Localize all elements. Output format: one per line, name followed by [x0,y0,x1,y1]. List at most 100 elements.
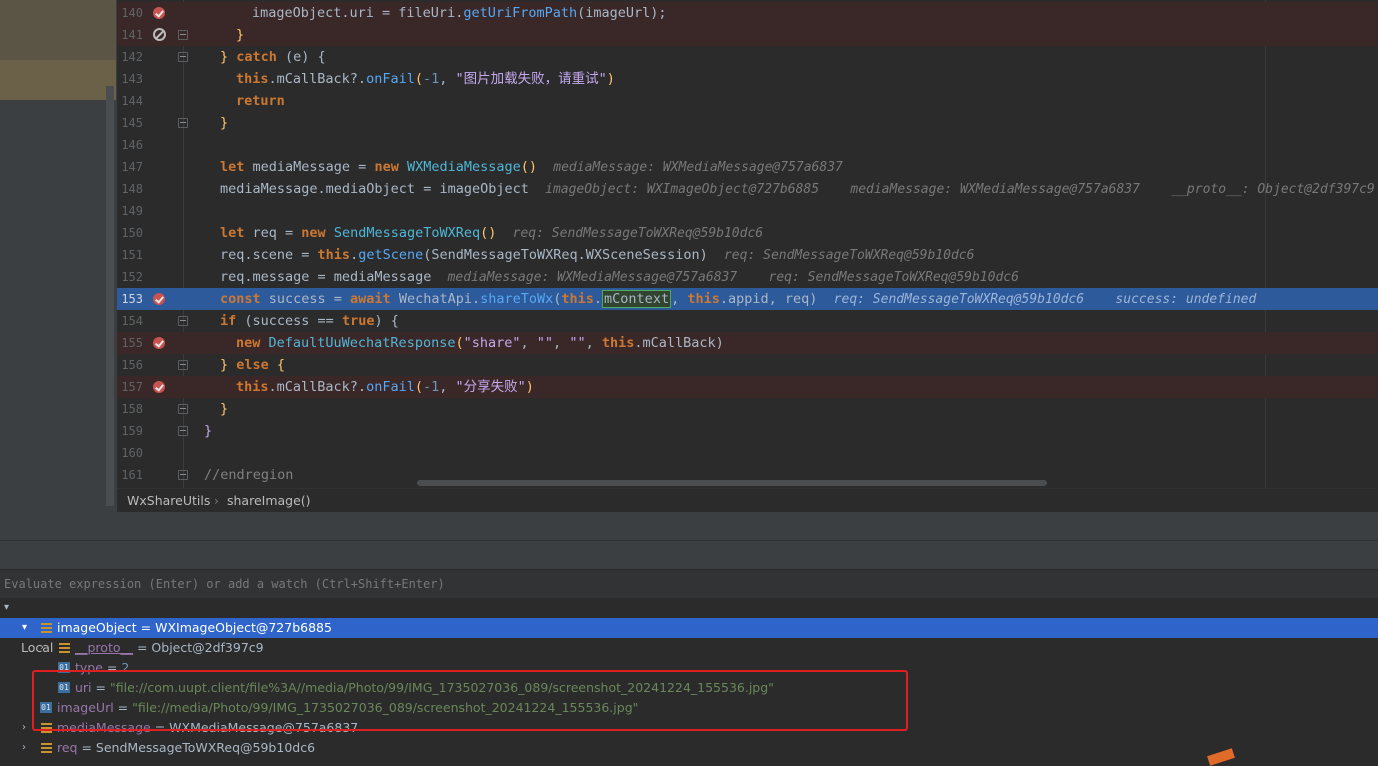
code-text: } [220,401,229,417]
fold-toggle-icon[interactable] [178,30,188,40]
variable-entry: __proto__ = Object@2df397c9 [75,640,264,655]
breakpoint-icon[interactable] [153,381,165,393]
code-text: const success = await WechatApi.shareToW… [220,290,1257,308]
project-panel-strip [0,0,117,512]
line-number[interactable]: 147 [117,156,143,178]
line-number[interactable]: 141 [117,24,143,46]
code-text: req.scene = this.getScene(SendMessageToW… [220,247,975,263]
line-number[interactable]: 154 [117,310,143,332]
code-line-140[interactable]: 140 imageObject.uri = fileUri.getUriFrom… [117,2,1378,24]
project-panel-scrollbar[interactable] [106,86,114,506]
code-line-152[interactable]: 152 req.message = mediaMessage mediaMess… [117,266,1378,288]
breadcrumb-class[interactable]: WxShareUtils [127,489,210,513]
code-text: mediaMessage.mediaObject = imageObject i… [220,181,1375,197]
breadcrumb: WxShareUtils › shareImage() [117,488,1378,513]
chevron-right-icon[interactable]: › [22,718,26,738]
code-line-144[interactable]: 144 return [117,90,1378,112]
line-number[interactable]: 142 [117,46,143,68]
code-line-150[interactable]: 150 let req = new SendMessageToWXReq() r… [117,222,1378,244]
breadcrumb-method[interactable]: shareImage() [227,489,311,513]
line-number[interactable]: 149 [117,200,143,222]
local-scope-row[interactable]: ▾ Local [0,598,1378,655]
line-number[interactable]: 158 [117,398,143,420]
line-number[interactable]: 159 [117,420,143,442]
fold-toggle-icon[interactable] [178,316,188,326]
code-line-159[interactable]: 159 } [117,420,1378,442]
code-line-149[interactable]: 149 [117,200,1378,222]
code-line-148[interactable]: 148 mediaMessage.mediaObject = imageObje… [117,178,1378,200]
fold-toggle-icon[interactable] [178,52,188,62]
code-line-141[interactable]: 141 } [117,24,1378,46]
horizontal-scrollbar[interactable] [417,480,1047,486]
line-number[interactable]: 144 [117,90,143,112]
code-text: this.mCallBack?.onFail(-1, "分享失败") [236,379,534,395]
code-text: this.mCallBack?.onFail(-1, "图片加载失败，请重试") [236,71,615,87]
chevron-right-icon[interactable]: › [22,738,26,758]
variable-row-imageObject[interactable]: ▾ imageObject = WXImageObject@727b6885 [0,618,1378,638]
variable-row-req[interactable]: › req = SendMessageToWXReq@59b10dc6 [0,738,1378,758]
object-icon [59,643,70,653]
line-number[interactable]: 146 [117,134,143,156]
evaluate-expression-input[interactable] [4,574,1374,594]
code-line-157[interactable]: 157 this.mCallBack?.onFail(-1, "分享失败") [117,376,1378,398]
highlighted-identifier: mContext [602,290,672,308]
line-number[interactable]: 151 [117,244,143,266]
fold-toggle-icon[interactable] [178,470,188,480]
fold-toggle-icon[interactable] [178,426,188,436]
breadcrumb-separator: › [214,493,219,508]
line-number[interactable]: 145 [117,112,143,134]
code-text: if (success == true) { [220,313,399,329]
code-editor[interactable]: 140 imageObject.uri = fileUri.getUriFrom… [117,0,1378,488]
debug-panel-header [0,512,1378,541]
code-line-143[interactable]: 143 this.mCallBack?.onFail(-1, "图片加载失败，请… [117,68,1378,90]
line-number[interactable]: 148 [117,178,143,200]
code-line-153-current[interactable]: 153 const success = await WechatApi.shar… [117,288,1378,310]
breakpoint-icon[interactable] [153,337,165,349]
code-line-146[interactable]: 146 [117,134,1378,156]
annotation-highlight-box [32,670,908,731]
variable-row-proto[interactable]: › __proto__ = Object@2df397c9 [0,638,1378,658]
line-number[interactable]: 155 [117,332,143,354]
object-icon [41,623,52,633]
chevron-right-icon[interactable]: › [40,638,44,658]
line-number[interactable]: 140 [117,2,143,24]
disabled-breakpoint-icon[interactable] [153,28,166,41]
variable-entry: imageObject = WXImageObject@727b6885 [57,620,332,635]
code-text: } [220,115,229,131]
line-number[interactable]: 150 [117,222,143,244]
code-text: //endregion [204,467,294,483]
fold-toggle-icon[interactable] [178,360,188,370]
code-text: let mediaMessage = new WXMediaMessage() … [220,159,843,175]
variable-entry: req = SendMessageToWXReq@59b10dc6 [57,740,316,755]
inline-value-hint: req: SendMessageToWXReq@59b10dc6 [723,248,975,263]
fold-toggle-icon[interactable] [178,404,188,414]
wallpaper-preview [0,0,116,100]
code-line-158[interactable]: 158 } [117,398,1378,420]
breakpoint-icon[interactable] [153,293,165,305]
line-number[interactable]: 157 [117,376,143,398]
code-line-160[interactable]: 160 [117,442,1378,464]
chevron-down-icon[interactable]: ▾ [22,618,27,638]
evaluate-expression-bar [0,569,1378,599]
chevron-down-icon[interactable]: ▾ [4,598,9,618]
code-text: imageObject.uri = fileUri.getUriFromPath… [252,5,667,21]
line-number[interactable]: 143 [117,68,143,90]
code-line-156[interactable]: 156 } else { [117,354,1378,376]
debug-toolbar [0,541,1378,569]
code-line-151[interactable]: 151 req.scene = this.getScene(SendMessag… [117,244,1378,266]
code-line-142[interactable]: 142 } catch (e) { [117,46,1378,68]
code-line-154[interactable]: 154 if (success == true) { [117,310,1378,332]
code-text: } [204,423,213,439]
code-line-145[interactable]: 145 } [117,112,1378,134]
line-number[interactable]: 153 [117,288,143,310]
code-line-147[interactable]: 147 let mediaMessage = new WXMediaMessag… [117,156,1378,178]
line-number[interactable]: 160 [117,442,143,464]
code-text: } [236,27,245,43]
breakpoint-icon[interactable] [153,7,165,19]
inline-value-hint: req: SendMessageToWXReq@59b10dc6 success… [833,292,1257,307]
line-number[interactable]: 152 [117,266,143,288]
line-number[interactable]: 161 [117,464,143,486]
fold-toggle-icon[interactable] [178,118,188,128]
line-number[interactable]: 156 [117,354,143,376]
code-line-155[interactable]: 155 new DefaultUuWechatResponse("share",… [117,332,1378,354]
